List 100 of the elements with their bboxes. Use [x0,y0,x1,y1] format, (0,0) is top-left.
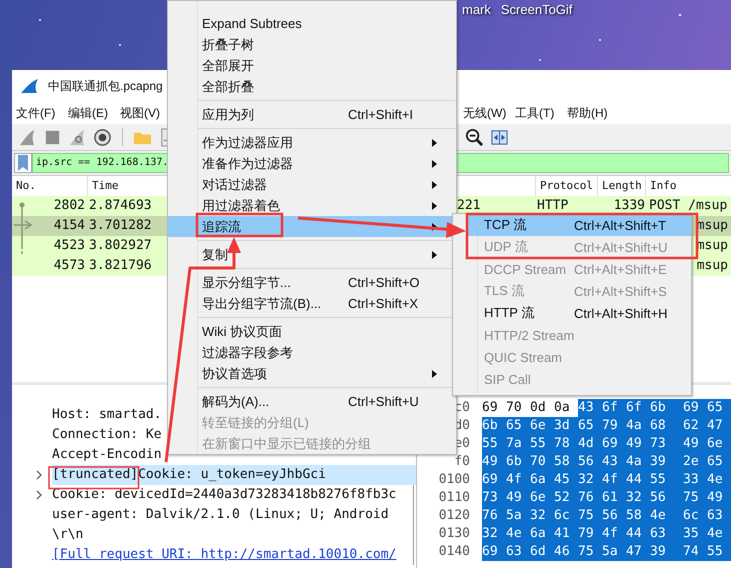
hex-byte[interactable]: 76 [482,507,506,525]
hex-byte[interactable]: 65 [707,399,731,417]
hex-byte[interactable]: 32 [530,507,554,525]
hex-byte[interactable]: 63 [650,525,683,543]
hex-byte[interactable]: 65 [506,417,530,435]
hex-byte[interactable]: 69 [602,435,626,453]
hex-byte[interactable]: 73 [650,435,683,453]
hex-byte[interactable]: 49 [683,435,707,453]
hex-byte[interactable]: 49 [707,489,731,507]
menu-bar-item[interactable]: 文件(F) [16,104,68,122]
detail-line[interactable]: user-agent: Dalvik/2.1.0 (Linux; U; Android [52,505,416,525]
hex-byte[interactable]: 63 [707,507,731,525]
menu-item[interactable]: 折叠子树 [168,34,456,55]
hex-byte[interactable]: 62 [683,417,707,435]
hex-byte[interactable]: 79 [602,417,626,435]
hex-byte[interactable]: 75 [683,489,707,507]
hex-byte[interactable]: 39 [650,453,683,471]
hex-byte[interactable]: 6a [530,525,554,543]
hex-byte[interactable]: 70 [530,453,554,471]
hex-byte[interactable]: 69 [482,543,506,561]
hex-byte[interactable]: 4e [707,525,731,543]
hex-byte[interactable]: 61 [602,489,626,507]
hex-byte[interactable]: 4f [602,525,626,543]
resize-columns-icon[interactable] [490,128,509,146]
hex-byte[interactable]: 7a [506,435,530,453]
detail-line[interactable]: \r\n [52,525,416,545]
hex-byte[interactable]: 4e [650,507,683,525]
hex-byte[interactable]: 43 [602,453,626,471]
hex-byte[interactable]: 6b [482,417,506,435]
hex-byte[interactable]: 39 [650,543,683,561]
hex-byte[interactable]: 49 [482,453,506,471]
hex-byte[interactable]: 47 [626,543,650,561]
hex-byte[interactable]: 32 [578,471,602,489]
hex-byte[interactable]: 55 [530,435,554,453]
menu-item[interactable]: 过滤器字段参考 [168,342,456,363]
hex-byte[interactable]: 44 [626,525,650,543]
hex-byte[interactable]: 45 [554,471,578,489]
menu-item[interactable]: 准备作为过滤器 [168,153,456,174]
hex-byte[interactable]: 55 [650,471,683,489]
menu-bar-item[interactable]: 编辑(E) [68,104,120,122]
hex-byte[interactable]: 49 [626,435,650,453]
hex-byte[interactable]: 6e [707,435,731,453]
menu-item[interactable]: 显示分组字节... Ctrl+Shift+O [168,272,456,293]
column-header[interactable]: No. [12,176,87,196]
hex-byte[interactable]: 58 [554,453,578,471]
hex-byte[interactable]: 4a [626,417,650,435]
hex-byte[interactable]: 73 [482,489,506,507]
hex-byte[interactable]: 65 [707,453,731,471]
hex-byte[interactable]: 0a [554,399,578,417]
zoom-out-icon[interactable] [465,128,484,146]
desktop-icon-label[interactable]: ScreenToGif [500,2,572,17]
menu-item[interactable]: TCP 流 Ctrl+Alt+Shift+T [467,214,691,236]
hex-byte[interactable]: 49 [506,489,530,507]
hex-byte[interactable]: 75 [578,507,602,525]
hex-byte[interactable]: 70 [506,399,530,417]
hex-byte[interactable]: 4f [506,471,530,489]
hex-byte[interactable]: 69 [482,399,506,417]
hex-byte[interactable]: 6f [626,399,650,417]
hex-byte[interactable]: 47 [707,417,731,435]
hex-byte[interactable]: 6a [530,471,554,489]
menu-item[interactable]: 全部展开 [168,55,456,76]
hex-byte[interactable]: 3d [554,417,578,435]
hex-byte[interactable]: 32 [482,525,506,543]
hex-byte[interactable]: 5a [506,507,530,525]
hex-byte[interactable]: 6c [683,507,707,525]
hex-byte[interactable]: 33 [683,471,707,489]
menu-item[interactable]: Wiki 协议页面 [168,321,456,342]
chevron-icon[interactable] [35,490,43,500]
menu-item[interactable]: 解码为(A)... Ctrl+Shift+U [168,391,456,412]
gear-icon[interactable] [93,128,112,146]
menu-bar-item[interactable]: 帮助(H) [567,104,619,122]
hex-byte[interactable]: 78 [554,435,578,453]
hex-byte[interactable]: 55 [482,435,506,453]
hex-byte[interactable]: 41 [554,525,578,543]
hex-byte[interactable]: 6c [554,507,578,525]
hex-byte[interactable]: 79 [578,525,602,543]
hex-byte[interactable]: 6b [650,399,683,417]
hex-byte[interactable]: 56 [602,507,626,525]
menu-item[interactable]: 用过滤器着色 [168,195,456,216]
hex-byte[interactable]: 63 [506,543,530,561]
hex-byte[interactable]: 4a [626,453,650,471]
menu-item[interactable]: Expand Subtrees [168,13,456,34]
hex-byte[interactable]: 2e [683,453,707,471]
hex-byte[interactable]: 43 [578,399,602,417]
menu-item[interactable]: 全部折叠 [168,76,456,97]
hex-byte[interactable]: 0d [530,399,554,417]
menu-item[interactable]: 应用为列 Ctrl+Shift+I [168,104,456,125]
uri-link[interactable]: [Full request URI: http://smartad.10010.com/ [52,545,396,565]
hex-byte[interactable]: 35 [683,525,707,543]
hex-byte[interactable]: 74 [683,543,707,561]
restart-icon[interactable] [68,128,87,146]
hex-byte[interactable]: 4e [506,525,530,543]
hex-byte[interactable]: 58 [626,507,650,525]
hex-byte[interactable]: 6b [506,453,530,471]
hex-byte[interactable]: 56 [650,489,683,507]
hex-byte[interactable]: 44 [626,471,650,489]
bookmark-icon[interactable] [14,153,32,173]
hex-byte[interactable]: 5a [602,543,626,561]
hex-byte[interactable]: 69 [683,399,707,417]
desktop-icon-label[interactable]: mark [462,2,491,17]
